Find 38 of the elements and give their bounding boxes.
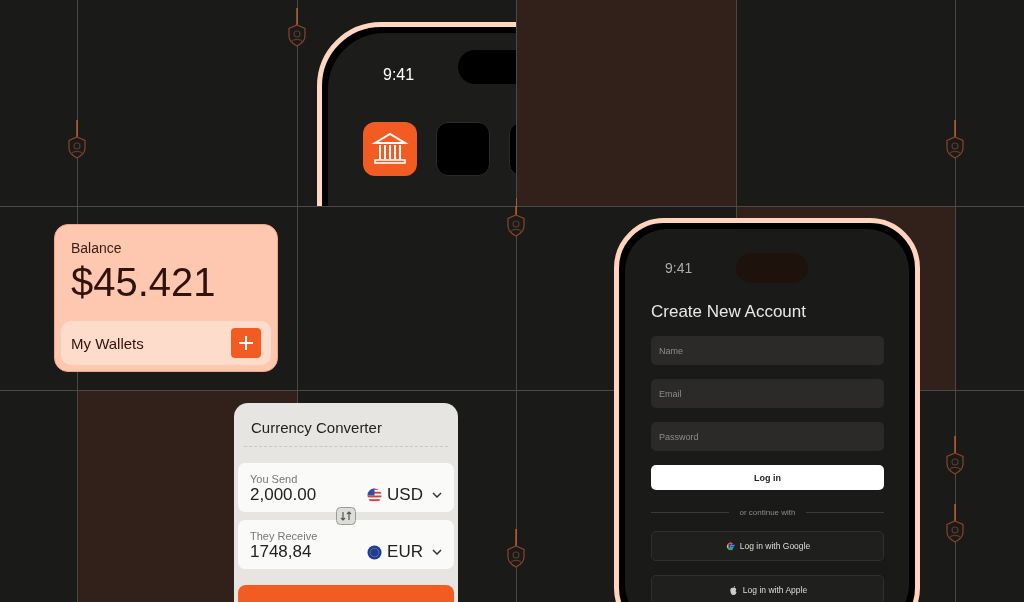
text-field[interactable]: Email [651,379,884,408]
amount-value: 1748,84 [250,542,312,562]
shield-user-icon [66,120,88,160]
text-field[interactable]: Name [651,336,884,365]
field-label: They Receive [250,530,319,542]
balance-label: Balance [71,240,123,256]
converter-title: Currency Converter [250,419,383,436]
currency-field[interactable]: They Receive 1748,84 EUR [238,520,454,569]
screen-title: Create New Account [651,302,807,322]
balance-amount: $45.421 [71,260,217,305]
flag-icon [367,544,383,560]
shield-user-icon [286,8,308,48]
divider-text: or continue with [739,508,796,517]
login-button[interactable]: Log in [651,465,884,490]
swap-icon[interactable] [336,507,356,525]
google-icon [724,540,736,552]
shield-user-icon [944,504,966,544]
wallets-row[interactable]: My Wallets [61,321,271,365]
amount-value: 2,000.00 [250,485,317,505]
currency-code[interactable]: EUR [387,542,423,562]
currency-code[interactable]: USD [387,485,423,505]
chevron-down-icon[interactable] [432,549,442,555]
shield-user-icon [944,436,966,476]
add-button[interactable] [231,328,261,358]
shield-user-icon [944,120,966,160]
field-label: You Send [250,473,299,485]
status-time: 9:41 [383,66,415,84]
status-time: 9:41 [665,260,693,276]
flag-icon [367,487,383,503]
text-field[interactable]: Password [651,422,884,451]
currency-field[interactable]: You Send 2,000.00 USD [238,463,454,512]
wallets-label: My Wallets [71,334,144,352]
social-login-button[interactable]: Log in with Apple [651,575,884,602]
shield-user-icon [505,529,527,569]
chevron-down-icon[interactable] [432,492,442,498]
apple-icon [727,584,739,596]
bank-app-icon[interactable] [363,122,417,176]
social-login-button[interactable]: Log in with Google [651,531,884,561]
